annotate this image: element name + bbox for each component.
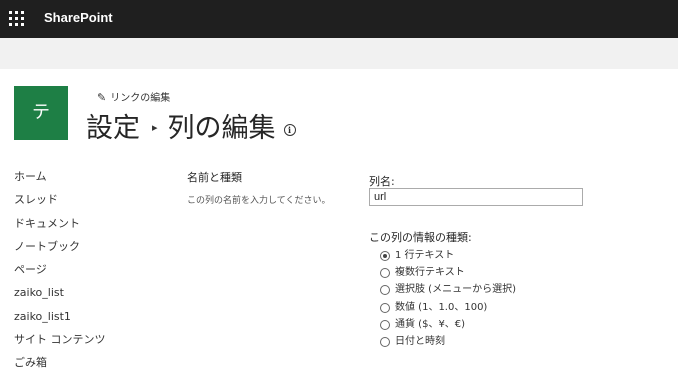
pencil-icon: ✎ bbox=[97, 91, 107, 104]
nav-item-recycle-bin[interactable]: ごみ箱 bbox=[14, 356, 106, 379]
site-logo[interactable]: テ bbox=[14, 86, 68, 140]
radio-option-single-line-text[interactable]: 1 行テキスト bbox=[380, 247, 516, 264]
edit-links-label: リンクの編集 bbox=[110, 93, 171, 104]
quick-launch-nav: ホーム スレッド ドキュメント ノートブック ページ zaiko_list za… bbox=[14, 170, 106, 380]
nav-item-notebook[interactable]: ノートブック bbox=[14, 240, 106, 263]
nav-item-home[interactable]: ホーム bbox=[14, 170, 106, 193]
breadcrumb-current: 列の編集 bbox=[167, 113, 276, 144]
radio-option-choice[interactable]: 選択肢 (メニューから選択) bbox=[380, 282, 516, 299]
radio-icon[interactable] bbox=[380, 302, 390, 313]
column-type-radio-group: 1 行テキスト 複数行テキスト 選択肢 (メニューから選択) 数値 (1、1.0… bbox=[380, 247, 516, 351]
radio-icon[interactable] bbox=[380, 285, 390, 296]
nav-item-pages[interactable]: ページ bbox=[14, 263, 106, 286]
radio-option-label: 通貨 ($、¥、€) bbox=[395, 318, 466, 330]
nav-item-site-contents[interactable]: サイト コンテンツ bbox=[14, 333, 106, 356]
radio-option-multi-line-text[interactable]: 複数行テキスト bbox=[380, 264, 516, 281]
radio-option-label: 選択肢 (メニューから選択) bbox=[395, 284, 516, 296]
nav-item-zaiko-list[interactable]: zaiko_list bbox=[14, 286, 106, 309]
nav-item-documents[interactable]: ドキュメント bbox=[14, 217, 106, 240]
radio-option-label: 1 行テキスト bbox=[395, 249, 455, 261]
radio-option-label: 日付と時刻 bbox=[395, 336, 445, 348]
edit-links-button[interactable]: ✎ リンクの編集 bbox=[97, 89, 170, 104]
section-heading: 名前と種類 bbox=[187, 171, 242, 184]
radio-icon[interactable] bbox=[380, 319, 390, 330]
suite-bar: SharePoint bbox=[0, 0, 678, 38]
radio-option-label: 数値 (1、1.0、100) bbox=[395, 301, 488, 313]
nav-item-zaiko-list1[interactable]: zaiko_list1 bbox=[14, 310, 106, 333]
breadcrumb-parent[interactable]: 設定 bbox=[86, 113, 140, 144]
app-launcher-icon[interactable] bbox=[9, 11, 24, 26]
section-description: この列の名前を入力してください。 bbox=[187, 196, 331, 206]
page-title: 設定 ▸ 列の編集 i bbox=[86, 106, 296, 145]
radio-icon[interactable] bbox=[380, 267, 390, 278]
info-icon[interactable]: i bbox=[283, 124, 296, 136]
radio-icon[interactable] bbox=[380, 250, 390, 261]
breadcrumb-separator-icon: ▸ bbox=[152, 121, 158, 134]
column-name-label: 列名: bbox=[369, 175, 395, 188]
nav-item-threads[interactable]: スレッド bbox=[14, 193, 106, 216]
radio-option-label: 複数行テキスト bbox=[395, 266, 465, 278]
radio-option-date-time[interactable]: 日付と時刻 bbox=[380, 333, 516, 350]
column-type-label: この列の情報の種類: bbox=[369, 231, 472, 244]
radio-option-number[interactable]: 数値 (1、1.0、100) bbox=[380, 299, 516, 316]
radio-icon[interactable] bbox=[380, 337, 390, 348]
command-bar bbox=[0, 38, 678, 69]
sharepoint-brand-link[interactable]: SharePoint bbox=[44, 10, 113, 25]
column-name-input[interactable] bbox=[369, 188, 583, 206]
radio-option-currency[interactable]: 通貨 ($、¥、€) bbox=[380, 316, 516, 333]
